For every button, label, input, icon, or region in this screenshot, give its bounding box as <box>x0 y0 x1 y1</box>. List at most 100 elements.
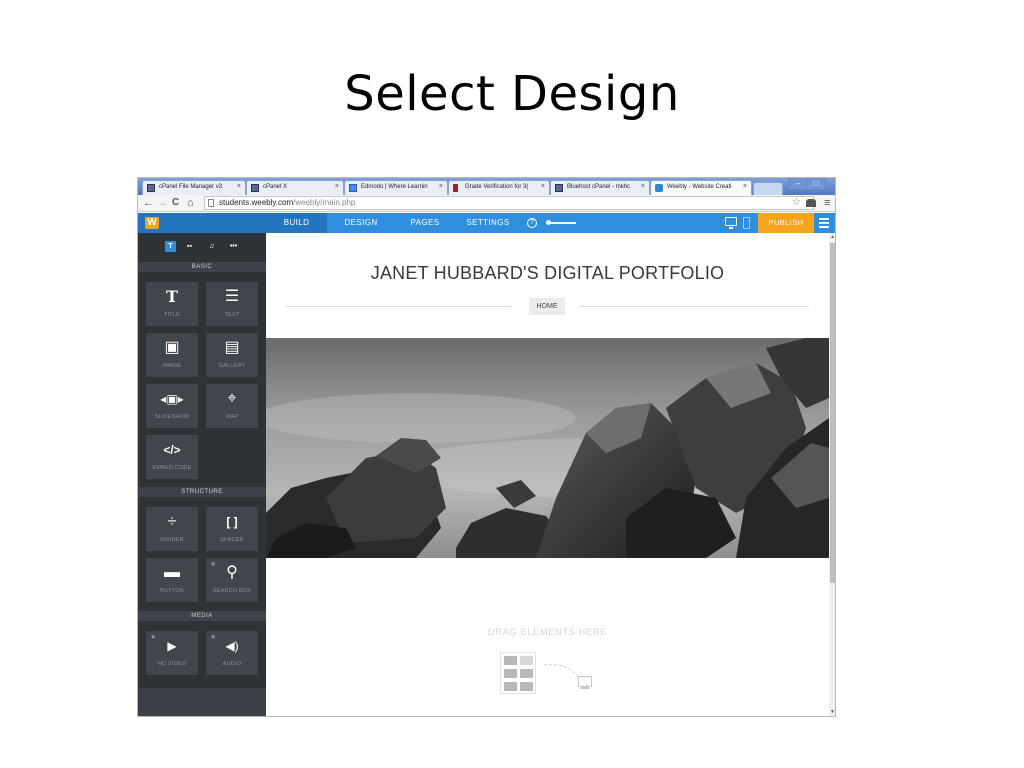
site-title[interactable]: JANET HUBBARD'S DIGITAL PORTFOLIO <box>266 263 829 284</box>
element-title[interactable]: T TITLE <box>146 282 198 326</box>
category-basic-icon[interactable]: T <box>165 241 176 252</box>
category-media-icon[interactable]: ♫ <box>206 241 217 252</box>
reload-icon[interactable]: C <box>172 196 179 210</box>
nav-home-link[interactable]: HOME <box>529 298 565 315</box>
progress-indicator <box>546 220 576 225</box>
tab-close-icon[interactable]: × <box>743 183 747 190</box>
edmodo-favicon-icon <box>349 184 357 192</box>
elements-sidebar: T ▪▪ ♫ ••• BASIC T TITLE ☰ TEXT ▣ IMAGE … <box>138 233 266 716</box>
title-icon: T <box>166 287 178 306</box>
desktop-view-icon[interactable] <box>725 217 737 229</box>
category-more-icon[interactable]: ••• <box>228 241 239 252</box>
element-text[interactable]: ☰ TEXT <box>206 282 258 326</box>
element-divider[interactable]: ÷ DIVIDER <box>146 507 198 551</box>
element-category-row: T ▪▪ ♫ ••• <box>138 233 266 259</box>
scroll-down-arrow-icon[interactable]: ▼ <box>830 709 835 715</box>
tab-design[interactable]: DESIGN <box>327 213 395 233</box>
element-label: SPACER <box>220 537 244 543</box>
weebly-logo-area[interactable]: W <box>138 213 266 233</box>
element-hd-video[interactable]: ★ ▶ HD VIDEO <box>146 631 198 675</box>
video-icon: ▶ <box>167 639 177 653</box>
browser-screenshot: cPanel File Manager v3 × cPanel X × Edmo… <box>137 177 836 717</box>
element-image[interactable]: ▣ IMAGE <box>146 333 198 377</box>
address-bar[interactable]: students.weebly.com/weebly/main.php <box>204 196 814 210</box>
mobile-view-icon[interactable] <box>743 217 750 229</box>
element-search-box[interactable]: ★ ⚲ SEARCH BOX <box>206 558 258 602</box>
canvas-scrollbar[interactable]: ▲ ▼ <box>829 233 835 716</box>
url-host: students.weebly.com <box>219 198 294 207</box>
element-label: BUTTON <box>160 588 184 594</box>
element-label: TITLE <box>164 312 180 318</box>
browser-toolbar: ← → C ⌂ students.weebly.com/weebly/main.… <box>138 195 835 212</box>
element-spacer[interactable]: [ ] SPACER <box>206 507 258 551</box>
browser-tab-edmodo[interactable]: Edmodo | Where Learnin × <box>344 180 448 195</box>
browser-tab-grade-verification[interactable]: Grade Verification for 3( × <box>448 180 550 195</box>
element-label: DIVIDER <box>160 537 184 543</box>
weebly-favicon-icon <box>655 184 663 192</box>
browser-tab-bluehost[interactable]: Bluehost cPanel - mkhc × <box>550 180 650 195</box>
divider-icon: ÷ <box>167 513 177 530</box>
element-label: SEARCH BOX <box>212 588 252 594</box>
element-slideshow[interactable]: ◂▣▸ SLIDESHOW <box>146 384 198 428</box>
help-icon[interactable]: ? <box>527 218 537 228</box>
element-embed-code[interactable]: </> EMBED CODE <box>146 435 198 479</box>
element-audio[interactable]: ★ ◀) AUDIO <box>206 631 258 675</box>
button-icon: ▬ <box>164 564 180 581</box>
element-label: AUDIO <box>222 661 242 667</box>
tab-label: Grade Verification for 3( <box>465 184 529 190</box>
text-icon: ☰ <box>224 288 240 305</box>
hamburger-menu-icon[interactable] <box>819 218 829 228</box>
hero-image[interactable] <box>266 338 829 558</box>
bookmark-star-icon[interactable]: ☆ <box>792 196 801 210</box>
element-map[interactable]: ⌖ MAP <box>206 384 258 428</box>
element-label: IMAGE <box>162 363 182 369</box>
browser-tab-strip: cPanel File Manager v3 × cPanel X × Edmo… <box>138 178 835 195</box>
forward-arrow-icon[interactable]: → <box>157 196 168 210</box>
search-icon: ⚲ <box>226 564 238 581</box>
scroll-up-arrow-icon[interactable]: ▲ <box>830 234 835 240</box>
image-icon: ▣ <box>164 339 180 356</box>
grade-favicon-icon <box>453 184 458 192</box>
cpanel-favicon-icon <box>147 184 155 192</box>
back-arrow-icon[interactable]: ← <box>143 196 154 210</box>
nav-divider-left <box>286 306 511 307</box>
tab-close-icon[interactable]: × <box>541 183 545 190</box>
gallery-icon: ▤ <box>224 339 240 356</box>
element-label: EMBED CODE <box>152 465 192 471</box>
tab-label: Edmodo | Where Learnin <box>361 184 428 190</box>
tab-pages[interactable]: PAGES <box>395 213 455 233</box>
dragged-image-icon <box>578 676 592 689</box>
new-tab-button[interactable] <box>753 182 783 195</box>
element-gallery[interactable]: ▤ GALLERY <box>206 333 258 377</box>
drag-elements-hint: DRAG ELEMENTS HERE <box>488 627 607 637</box>
section-header-basic: BASIC <box>138 262 266 272</box>
scrollbar-thumb[interactable] <box>830 243 835 583</box>
tab-close-icon[interactable]: × <box>237 183 241 190</box>
tab-settings[interactable]: SETTINGS <box>455 213 521 233</box>
tab-close-icon[interactable]: × <box>641 183 645 190</box>
window-minimize-button[interactable]: – <box>788 178 808 190</box>
category-layout-icon[interactable]: ▪▪ <box>184 241 195 252</box>
embed-code-icon: </> <box>163 443 181 457</box>
window-maximize-button[interactable]: □ <box>806 178 826 190</box>
audio-icon: ◀) <box>225 639 239 653</box>
publish-button[interactable]: PUBLISH <box>758 213 814 233</box>
tab-close-icon[interactable]: × <box>439 183 443 190</box>
progress-knob <box>546 220 551 225</box>
weebly-editor-topbar: W BUILD DESIGN PAGES SETTINGS ? PUBLISH <box>138 213 835 233</box>
extension-icon[interactable] <box>806 199 816 207</box>
tab-label: cPanel X <box>263 184 288 190</box>
browser-tab-cpanel-file-manager[interactable]: cPanel File Manager v3 × <box>142 180 246 195</box>
url-path: /weebly/main.php <box>293 198 356 207</box>
section-header-structure: STRUCTURE <box>138 487 266 497</box>
browser-menu-icon[interactable]: ≡ <box>824 196 830 210</box>
tab-build[interactable]: BUILD <box>266 213 327 233</box>
slide-title: Select Design <box>344 66 680 122</box>
browser-tab-cpanel-x[interactable]: cPanel X × <box>246 180 344 195</box>
tab-label: cPanel File Manager v3 <box>159 184 223 190</box>
tab-close-icon[interactable]: × <box>335 183 339 190</box>
sidebar-footer <box>138 688 266 716</box>
element-button[interactable]: ▬ BUTTON <box>146 558 198 602</box>
home-icon[interactable]: ⌂ <box>187 196 194 210</box>
browser-tab-weebly[interactable]: Weebly - Website Creati × <box>650 180 752 195</box>
